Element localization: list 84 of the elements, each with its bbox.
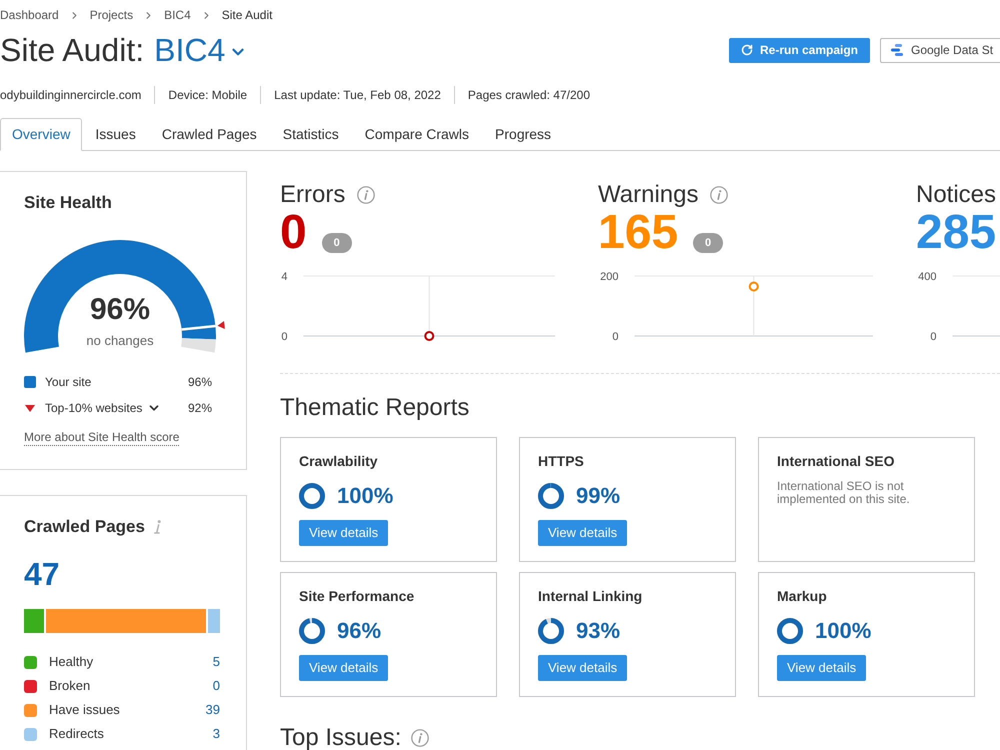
- axis-tick-label: 0: [612, 331, 618, 343]
- axis-tick-label: 400: [918, 271, 936, 283]
- info-item: Last update: Tue, Feb 08, 2022: [274, 87, 441, 103]
- legend-label: Top-10% websites: [45, 400, 142, 417]
- breadcrumb-link[interactable]: BIC4: [164, 7, 191, 23]
- count-link[interactable]: 3: [212, 724, 220, 744]
- report-title: HTTPS: [538, 452, 585, 470]
- report-score: 99%: [576, 483, 620, 509]
- triangle-down-icon: [24, 404, 36, 412]
- section-title: Thematic Reports: [280, 394, 470, 422]
- bar-segment: [24, 609, 44, 633]
- project-dropdown[interactable]: BIC4: [154, 30, 248, 70]
- count-link[interactable]: 5: [212, 652, 220, 672]
- info-icon[interactable]: [357, 186, 376, 204]
- change-badge: 0: [322, 233, 352, 253]
- issue-count[interactable]: 285: [916, 209, 996, 257]
- view-details-button[interactable]: View details: [299, 520, 388, 546]
- issue-title: Warnings: [598, 181, 698, 209]
- count-link[interactable]: 0: [212, 676, 220, 696]
- score-ring-icon: [299, 483, 325, 509]
- info-item: odybuildinginnercircle.com: [0, 87, 142, 103]
- crawled-total: 47: [24, 557, 61, 591]
- score-ring-icon: [538, 483, 564, 509]
- issue-title: Errors: [280, 181, 346, 209]
- score-ring-icon: [777, 618, 803, 644]
- info-icon[interactable]: [411, 729, 430, 747]
- breadcrumb-link[interactable]: Dashboard: [0, 7, 59, 23]
- site-health-link[interactable]: More about Site Health score: [24, 429, 180, 446]
- axis-tick-label: 0: [281, 331, 288, 343]
- report-score: 100%: [337, 483, 394, 509]
- axis-tick-label: 0: [930, 331, 936, 343]
- page-title: Site Audit:: [0, 31, 144, 70]
- view-details-button[interactable]: View details: [538, 655, 628, 681]
- refresh-icon: [740, 44, 753, 56]
- tab[interactable]: Issues: [82, 118, 149, 150]
- card-title: Site Health: [24, 192, 113, 214]
- legend-value: 92%: [188, 400, 212, 417]
- report-score: 96%: [337, 618, 382, 644]
- tab[interactable]: Overview: [0, 118, 82, 151]
- section-title: Top Issues:: [280, 726, 402, 750]
- change-badge: 0: [693, 233, 724, 253]
- legend-label: Have issues: [49, 701, 120, 720]
- info-item: Device: Mobile: [168, 87, 248, 103]
- report-title: Site Performance: [299, 587, 416, 605]
- score-ring-icon: [538, 618, 564, 644]
- axis-tick-label: 200: [600, 271, 618, 283]
- bar-segment: [208, 609, 220, 633]
- legend-value: 96%: [188, 374, 212, 391]
- breadcrumb-link[interactable]: Projects: [90, 7, 134, 23]
- view-details-button[interactable]: View details: [538, 520, 628, 546]
- view-details-button[interactable]: View details: [777, 655, 866, 681]
- report-title: Crawlability: [299, 452, 379, 470]
- report-score: 93%: [576, 618, 620, 644]
- axis-tick-label: 4: [281, 271, 288, 283]
- issue-count[interactable]: 0: [280, 209, 307, 257]
- legend-label: Redirects: [49, 725, 104, 744]
- info-item: Pages crawled: 47/200: [468, 87, 590, 103]
- count-link[interactable]: 39: [206, 700, 220, 720]
- view-details-button[interactable]: View details: [299, 655, 388, 681]
- rerun-button[interactable]: Re-run campaign: [729, 38, 870, 62]
- legend-label: Your site: [45, 374, 92, 391]
- report-title: International SEO: [777, 452, 896, 470]
- info-icon[interactable]: [154, 520, 161, 534]
- data-studio-button[interactable]: Google Data St: [880, 38, 1000, 62]
- change-label: no changes: [86, 333, 154, 349]
- card-title: Crawled Pages: [24, 516, 145, 538]
- swatch-icon: [24, 376, 36, 388]
- tab[interactable]: Progress: [482, 118, 564, 150]
- legend-label: Healthy: [49, 653, 94, 672]
- tab[interactable]: Compare Crawls: [352, 118, 482, 150]
- tab[interactable]: Statistics: [270, 118, 352, 150]
- breadcrumb-current: Site Audit: [222, 7, 272, 23]
- score-ring-icon: [299, 618, 325, 644]
- report-title: Internal Linking: [538, 587, 644, 605]
- health-score: 96%: [90, 293, 150, 327]
- legend-label: Broken: [49, 677, 90, 696]
- report-score: 100%: [815, 618, 872, 644]
- info-icon[interactable]: [710, 186, 728, 204]
- tab[interactable]: Crawled Pages: [148, 118, 270, 150]
- stacked-bars-icon: [891, 44, 903, 56]
- report-title: Markup: [777, 587, 828, 605]
- issue-title: Notices: [916, 181, 996, 209]
- gauge-remainder: [181, 338, 216, 353]
- report-note: International SEO is not implemented on this site.: [777, 480, 911, 506]
